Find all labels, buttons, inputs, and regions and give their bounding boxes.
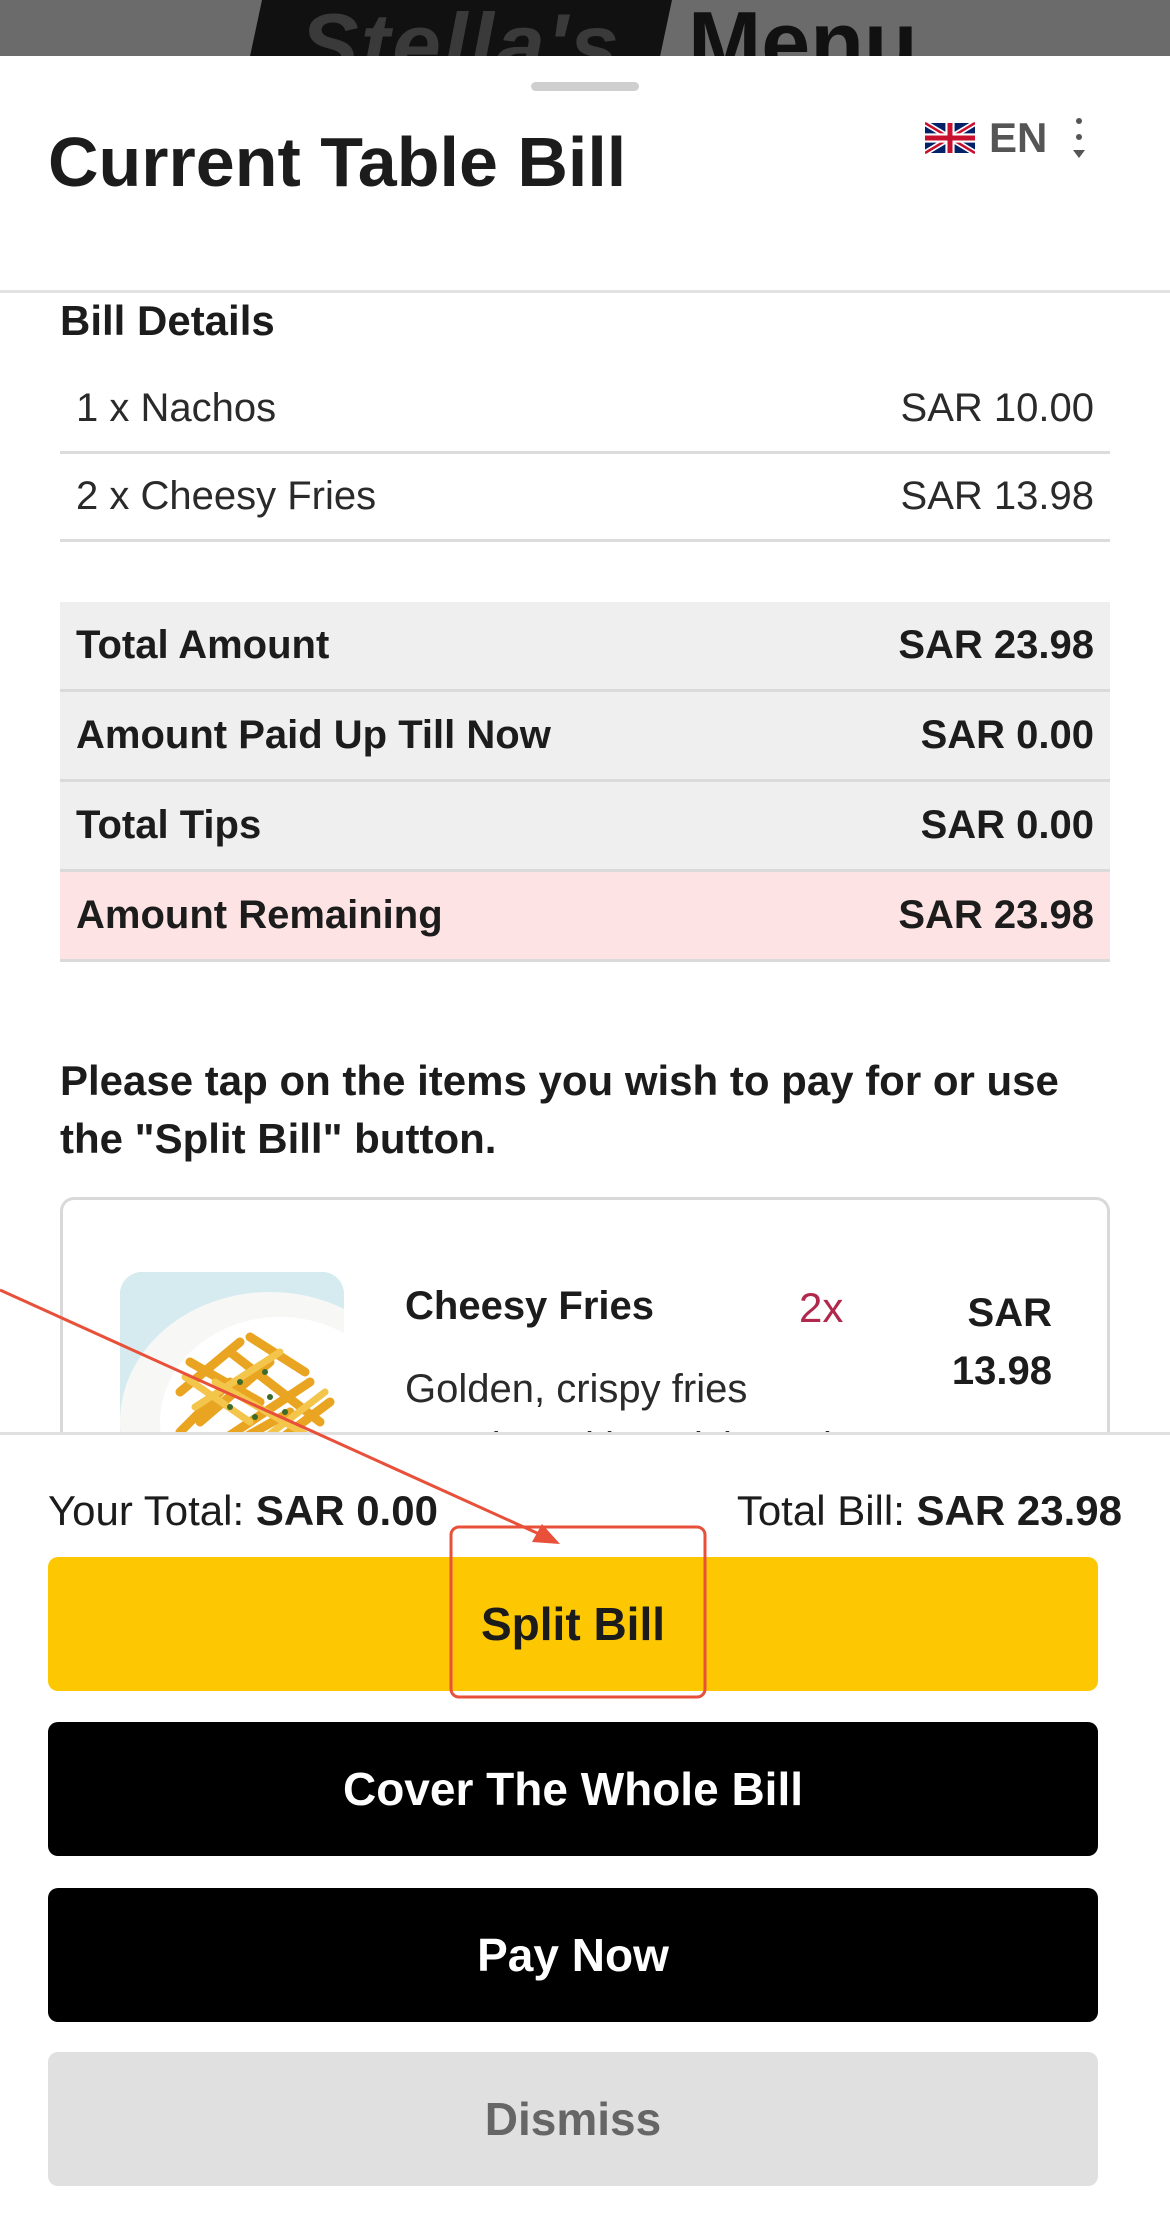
summary-amount: SAR 0.00 bbox=[920, 713, 1094, 757]
bill-item-amount: SAR 10.00 bbox=[900, 386, 1094, 430]
your-total-label: Your Total: bbox=[48, 1487, 245, 1534]
summary-amount: SAR 23.98 bbox=[898, 623, 1094, 667]
bill-details-section: Bill Details 1 x Nachos SAR 10.00 2 x Ch… bbox=[60, 296, 1110, 962]
bill-details-title: Bill Details bbox=[60, 297, 275, 344]
page-title: Current Table Bill bbox=[48, 123, 627, 201]
drag-handle[interactable] bbox=[531, 82, 639, 91]
total-bill-value: SAR 23.98 bbox=[916, 1487, 1122, 1534]
split-bill-button[interactable]: Split Bill bbox=[48, 1557, 1098, 1691]
summary-label: Total Amount bbox=[76, 623, 330, 667]
bill-item-label: 1 x Nachos bbox=[76, 386, 277, 430]
language-selector[interactable]: EN bbox=[925, 114, 1086, 162]
summary-amount: SAR 0.00 bbox=[920, 803, 1094, 847]
summary-label: Amount Remaining bbox=[76, 893, 443, 937]
summary-row-amount-remaining: Amount Remaining SAR 23.98 bbox=[60, 872, 1110, 962]
uk-flag-icon bbox=[925, 120, 975, 156]
bill-summary: Total Amount SAR 23.98 Amount Paid Up Ti… bbox=[60, 602, 1110, 962]
your-total: Your Total: SAR 0.00 bbox=[48, 1487, 438, 1535]
header-divider bbox=[0, 290, 1170, 293]
background-menu-label: Menu bbox=[688, 0, 918, 56]
bill-item-row: 1 x Nachos SAR 10.00 bbox=[60, 366, 1110, 454]
total-bill: Total Bill: SAR 23.98 bbox=[737, 1487, 1122, 1535]
background-header: Stella's Menu bbox=[0, 0, 1170, 56]
bill-item-label: 2 x Cheesy Fries bbox=[76, 474, 377, 518]
totals-line: Your Total: SAR 0.00 Total Bill: SAR 23.… bbox=[48, 1487, 1122, 1535]
bill-item-row: 2 x Cheesy Fries SAR 13.98 bbox=[60, 454, 1110, 542]
kebab-dropdown-icon[interactable] bbox=[1073, 118, 1086, 158]
cheesy-fries-image bbox=[120, 1272, 344, 1457]
summary-row-total-tips: Total Tips SAR 0.00 bbox=[60, 782, 1110, 872]
item-quantity: 2x bbox=[799, 1284, 844, 1331]
summary-row-amount-paid: Amount Paid Up Till Now SAR 0.00 bbox=[60, 692, 1110, 782]
bill-item-amount: SAR 13.98 bbox=[900, 474, 1094, 518]
dismiss-button[interactable]: Dismiss bbox=[48, 2052, 1098, 2186]
your-total-value: SAR 0.00 bbox=[255, 1487, 438, 1534]
total-bill-label: Total Bill: bbox=[736, 1487, 905, 1534]
summary-label: Total Tips bbox=[76, 803, 262, 847]
summary-row-total-amount: Total Amount SAR 23.98 bbox=[60, 602, 1110, 692]
selectable-item-card[interactable]: Cheesy Fries 2x SAR 13.98 Golden, crispy… bbox=[60, 1197, 1110, 1457]
instruction-text: Please tap on the items you wish to pay … bbox=[60, 1057, 1059, 1162]
summary-amount: SAR 23.98 bbox=[898, 893, 1094, 937]
item-name: Cheesy Fries bbox=[405, 1284, 655, 1328]
cover-whole-bill-button[interactable]: Cover The Whole Bill bbox=[48, 1722, 1098, 1856]
payment-action-panel: Your Total: SAR 0.00 Total Bill: SAR 23.… bbox=[0, 1432, 1170, 2223]
item-price: SAR 13.98 bbox=[951, 1291, 1052, 1393]
language-code: EN bbox=[989, 114, 1048, 161]
summary-label: Amount Paid Up Till Now bbox=[76, 713, 551, 757]
pay-now-button[interactable]: Pay Now bbox=[48, 1888, 1098, 2022]
background-restaurant-name: Stella's bbox=[300, 0, 621, 56]
